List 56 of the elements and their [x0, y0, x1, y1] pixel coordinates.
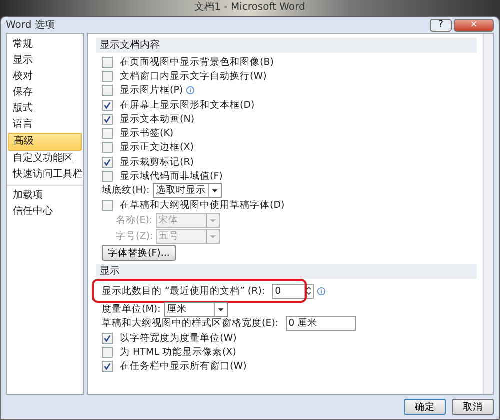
checkbox-label: 显示文本动画(N): [120, 112, 195, 126]
checkbox-label: 在草稿和大纲视图中使用草稿字体(D): [120, 198, 285, 212]
input-field[interactable]: 0 厘米: [286, 316, 356, 332]
background-window-title: 文档1 - Microsoft Word: [194, 0, 306, 14]
ok-button[interactable]: 确定: [404, 399, 446, 415]
checkbox[interactable]: [102, 128, 113, 140]
sidebar-item[interactable]: 校对: [8, 69, 82, 85]
checkbox-label: 在任务栏中显示所有窗口(W): [120, 360, 247, 374]
checkbox-label: 为 HTML 功能显示像素(X): [120, 346, 236, 359]
number-spinner[interactable]: 0: [272, 284, 314, 299]
checkbox-label: 显示书签(K): [120, 127, 174, 140]
dialog-title: Word 选项: [6, 18, 56, 32]
sidebar-item[interactable]: 加载项: [8, 188, 82, 204]
sidebar-item[interactable]: 信任中心: [8, 204, 82, 220]
checkbox[interactable]: [102, 156, 113, 168]
checkbox-label: 显示裁剪标记(R): [120, 156, 194, 169]
checkbox[interactable]: [102, 200, 113, 211]
checkbox[interactable]: [102, 70, 113, 82]
section-header: 显示: [96, 264, 477, 280]
checkbox[interactable]: [102, 85, 113, 96]
sidebar-item[interactable]: 自定义功能区: [8, 151, 82, 167]
scrollbar[interactable]: [483, 34, 493, 394]
checkbox-label: 在屏幕上显示图形和文本框(D): [120, 98, 255, 112]
field-label: 名称(E):: [116, 214, 153, 227]
checkbox-label: 文档窗口内显示文字自动换行(W): [120, 70, 267, 83]
sidebar-item[interactable]: 语言: [8, 117, 82, 133]
field-label: 显示此数目的 “最近使用的文档” (R):: [102, 284, 266, 298]
cancel-button[interactable]: 取消: [452, 399, 494, 415]
sidebar-item[interactable]: 快速访问工具栏: [8, 167, 82, 183]
checkbox-label: 以字符宽度为度量单位(W): [120, 332, 237, 344]
sidebar-item[interactable]: 常规: [8, 37, 82, 53]
dropdown[interactable]: 厘米: [164, 302, 228, 317]
checkbox-label: 在页面视图中显示背景色和图像(B): [120, 56, 274, 69]
checkbox-label: 显示域代码而非域值(F): [120, 170, 223, 184]
checkbox-label: 显示正文边框(X): [120, 141, 194, 154]
section-header: 显示文档内容: [96, 38, 477, 53]
checkbox[interactable]: [102, 100, 113, 111]
checkbox[interactable]: [102, 171, 113, 182]
checkbox[interactable]: [102, 332, 113, 344]
field-label: 域底纹(H):: [102, 184, 150, 198]
help-button[interactable]: ?: [430, 18, 452, 32]
checkbox[interactable]: [102, 346, 113, 358]
checkbox-label: 显示图片框(P): [120, 84, 184, 98]
field-label: 字号(Z):: [116, 230, 154, 243]
sidebar-item[interactable]: 版式: [8, 101, 82, 117]
sidebar-item[interactable]: 保存: [8, 85, 82, 101]
field-label: 草稿和大纲视图中的样式区窗格宽度(E):: [102, 317, 279, 330]
field-label: 度量单位(M):: [102, 302, 161, 316]
sidebar-item[interactable]: 高级: [8, 133, 82, 151]
sidebar-item[interactable]: 显示: [8, 53, 82, 69]
checkbox[interactable]: [102, 56, 113, 68]
checkbox[interactable]: [102, 361, 113, 372]
checkbox[interactable]: [102, 142, 113, 154]
dropdown[interactable]: 选取时显示: [152, 183, 222, 198]
font-substitution-button[interactable]: 字体替换(F)...: [102, 245, 176, 262]
checkbox[interactable]: [102, 114, 113, 125]
